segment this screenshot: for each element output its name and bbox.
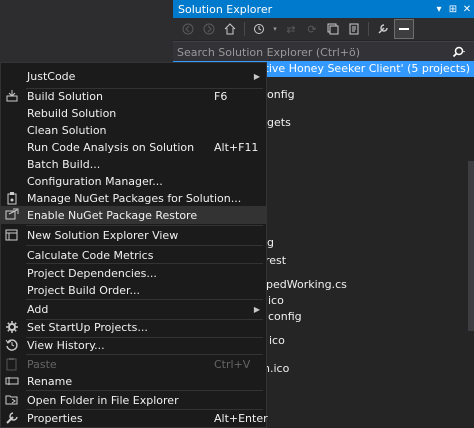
tree-item-label: ico bbox=[268, 294, 284, 307]
build-icon bbox=[1, 87, 23, 105]
toolbar-divider bbox=[244, 22, 245, 36]
menu-item-label: Enable NuGet Package Restore bbox=[27, 208, 198, 222]
menu-item-label: Set StartUp Projects... bbox=[27, 320, 148, 334]
forward-icon[interactable] bbox=[200, 20, 218, 38]
menu-item-rename[interactable]: Rename bbox=[1, 372, 266, 390]
menu-item-paste[interactable]: Paste Ctrl+V bbox=[1, 355, 266, 373]
new-view-icon bbox=[1, 226, 23, 244]
pin-icon[interactable]: ⊞ bbox=[446, 4, 460, 15]
tree-item-label: pedWorking.cs bbox=[266, 278, 347, 291]
package-restore-icon bbox=[1, 206, 23, 224]
search-icon[interactable] bbox=[452, 46, 474, 58]
back-icon[interactable] bbox=[179, 20, 197, 38]
menu-item-shortcut: Alt+Enter bbox=[214, 411, 268, 425]
solution-explorer-toolbar: ▾ ⇄ ⟳ bbox=[173, 18, 474, 40]
menu-item-label: JustCode bbox=[27, 69, 76, 83]
menu-item-configuration-manager[interactable]: Configuration Manager... bbox=[1, 172, 266, 190]
menu-item-project-dependencies[interactable]: Project Dependencies... bbox=[1, 264, 266, 282]
history-icon[interactable] bbox=[250, 20, 268, 38]
menu-item-label: Project Dependencies... bbox=[27, 266, 157, 280]
menu-item-label: Build Solution bbox=[27, 89, 103, 103]
menu-item-label: Project Build Order... bbox=[27, 283, 140, 297]
menu-item-run-code-analysis[interactable]: Run Code Analysis on Solution Alt+F11 bbox=[1, 138, 266, 156]
chevron-down-icon[interactable]: ▾ bbox=[271, 20, 279, 38]
menu-item-rebuild-solution[interactable]: Rebuild Solution bbox=[1, 104, 266, 122]
dropdown-icon[interactable]: ▾ bbox=[432, 4, 446, 15]
nuget-icon bbox=[1, 189, 23, 207]
tree-item-label: ico bbox=[269, 334, 285, 347]
paste-icon bbox=[1, 355, 23, 373]
preview-selected-items-icon[interactable] bbox=[394, 19, 414, 39]
properties-wrench-icon[interactable] bbox=[374, 20, 392, 38]
search-input[interactable]: Search Solution Explorer (Ctrl+ö) bbox=[177, 46, 452, 59]
solution-explorer-titlebar: Solution Explorer ▾ ⊞ ✕ bbox=[173, 0, 474, 18]
scrollbar[interactable] bbox=[468, 161, 474, 331]
menu-item-add[interactable]: Add ▶ bbox=[1, 300, 266, 318]
close-icon[interactable]: ✕ bbox=[460, 4, 474, 15]
folder-open-icon bbox=[1, 391, 23, 409]
menu-item-label: Run Code Analysis on Solution bbox=[27, 140, 195, 154]
menu-item-batch-build[interactable]: Batch Build... bbox=[1, 155, 266, 173]
menu-item-label: Configuration Manager... bbox=[27, 174, 163, 188]
tree-item-label: g bbox=[267, 236, 274, 249]
menu-item-set-startup-projects[interactable]: Set StartUp Projects... bbox=[1, 318, 266, 336]
menu-item-build-solution[interactable]: Build Solution F6 bbox=[1, 87, 266, 105]
menu-item-new-solution-explorer-view[interactable]: New Solution Explorer View bbox=[1, 226, 266, 244]
rename-icon bbox=[1, 372, 23, 390]
submenu-arrow-icon: ▶ bbox=[253, 304, 260, 314]
search-solution-explorer-field[interactable]: Search Solution Explorer (Ctrl+ö) bbox=[173, 41, 474, 63]
menu-item-label: Batch Build... bbox=[27, 157, 101, 171]
menu-item-shortcut: Alt+F11 bbox=[214, 140, 259, 154]
menu-item-calculate-code-metrics[interactable]: Calculate Code Metrics bbox=[1, 246, 266, 264]
toolbar-divider bbox=[368, 22, 369, 36]
submenu-arrow-icon: ▶ bbox=[253, 71, 260, 81]
context-menu: JustCode ▶ Build Solution F6 Rebuild Sol… bbox=[0, 62, 268, 428]
gear-icon bbox=[1, 318, 23, 336]
tree-item-label: onfig bbox=[267, 88, 295, 101]
show-all-files-icon[interactable] bbox=[345, 20, 363, 38]
menu-item-shortcut: F6 bbox=[214, 89, 228, 103]
menu-item-label: Manage NuGet Packages for Solution... bbox=[27, 191, 242, 205]
sync-icon[interactable]: ⇄ bbox=[282, 20, 300, 38]
menu-item-justcode[interactable]: JustCode ▶ bbox=[1, 67, 266, 85]
history-icon bbox=[1, 336, 23, 354]
menu-item-view-history[interactable]: View History... bbox=[1, 336, 266, 354]
menu-item-label: Calculate Code Metrics bbox=[27, 248, 154, 262]
home-icon[interactable] bbox=[221, 20, 239, 38]
menu-item-project-build-order[interactable]: Project Build Order... bbox=[1, 281, 266, 299]
menu-item-enable-nuget-restore[interactable]: Enable NuGet Package Restore bbox=[1, 206, 266, 224]
menu-item-clean-solution[interactable]: Clean Solution bbox=[1, 121, 266, 139]
tree-item-label: gets bbox=[267, 116, 291, 129]
menu-item-shortcut: Ctrl+V bbox=[214, 357, 251, 371]
solution-explorer-title: Solution Explorer bbox=[178, 2, 273, 16]
menu-item-manage-nuget[interactable]: Manage NuGet Packages for Solution... bbox=[1, 189, 266, 207]
menu-item-label: Paste bbox=[27, 357, 57, 371]
menu-item-label: Open Folder in File Explorer bbox=[27, 393, 179, 407]
tree-item-label: config bbox=[268, 310, 302, 323]
menu-item-label: Rebuild Solution bbox=[27, 106, 117, 120]
menu-item-label: New Solution Explorer View bbox=[27, 228, 179, 242]
menu-item-label: Rename bbox=[27, 374, 73, 388]
menu-item-label: Add bbox=[27, 302, 49, 316]
refresh-icon[interactable]: ⟳ bbox=[303, 20, 321, 38]
menu-item-label: Properties bbox=[27, 411, 83, 425]
menu-item-open-folder-in-explorer[interactable]: Open Folder in File Explorer bbox=[1, 391, 266, 409]
menu-item-label: Clean Solution bbox=[27, 123, 107, 137]
collapse-all-icon[interactable] bbox=[324, 20, 342, 38]
wrench-icon bbox=[1, 409, 23, 427]
menu-item-properties[interactable]: Properties Alt+Enter bbox=[1, 409, 268, 427]
tree-item-label: rest bbox=[265, 254, 287, 267]
menu-item-label: View History... bbox=[27, 338, 105, 352]
